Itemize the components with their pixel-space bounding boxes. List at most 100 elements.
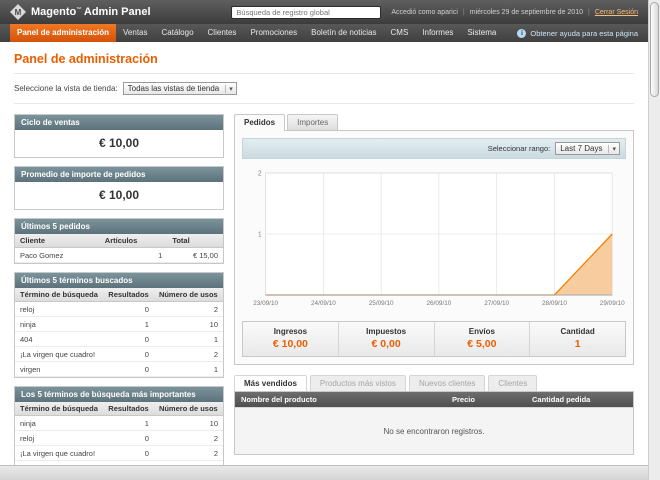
search-uses: 2	[153, 445, 223, 461]
tab-label: Nuevos clientes	[418, 379, 476, 388]
trademark: ™	[76, 6, 82, 13]
tab-label: Productos más vistos	[319, 379, 396, 388]
dashboard-left-column: Ciclo de ventas € 10,00 Promedio de impo…	[14, 114, 224, 480]
logout-link[interactable]: Cerrar Sesión	[595, 9, 638, 16]
order-row[interactable]: Paco Gomez 1 € 15,00	[15, 247, 223, 263]
search-term: ninja	[15, 316, 104, 332]
svg-text:27/09/10: 27/09/10	[484, 300, 509, 307]
search-term-row[interactable]: ¡La virgen que cuadro! 0 2	[15, 346, 223, 362]
column-header: Total	[167, 234, 223, 248]
logged-in-as: Accedió como aparici	[391, 8, 458, 16]
nav-item[interactable]: Panel de administración	[10, 24, 117, 42]
tab-label: Clientes	[498, 379, 528, 388]
column-header: Precio	[452, 395, 475, 404]
orders-chart: 1 2 23/09/10 24/09/10 25/09/10 26/09/10 27/09/…	[253, 170, 625, 307]
svg-text:24/09/10: 24/09/10	[311, 300, 336, 307]
products-tab[interactable]: Nuevos clientes	[408, 375, 486, 391]
dashboard-columns: Ciclo de ventas € 10,00 Promedio de impo…	[14, 114, 634, 480]
search-term: 404	[15, 331, 104, 347]
search-results: 0	[103, 346, 154, 362]
search-term-row[interactable]: virgen 0 1	[15, 361, 223, 377]
store-view-select[interactable]: Todas las vistas de tienda	[122, 82, 237, 95]
column-header: Número de usos	[153, 402, 223, 416]
products-grid-header: Nombre del producto Precio Cantidad pedi…	[235, 392, 633, 407]
average-order-value: € 10,00	[98, 188, 140, 202]
range-bar: Seleccionar rango: Last 7 Days	[242, 138, 626, 159]
total-item: Cantidad 1	[529, 322, 625, 356]
svg-text:2: 2	[258, 170, 262, 177]
search-term: reloj	[15, 430, 104, 446]
total-label: Cantidad	[560, 327, 595, 336]
search-term: ¡La virgen que cuadro!	[15, 445, 104, 461]
order-total: € 15,00	[167, 247, 223, 263]
search-term-row[interactable]: reloj 0 2	[15, 301, 223, 317]
store-view-selector-row: Seleccione la vista de tienda: Todas las…	[14, 74, 634, 104]
svg-text:29/09/10: 29/09/10	[600, 300, 625, 307]
last-search-terms-box: Últimos 5 términos buscados Término de b…	[14, 272, 224, 378]
magento-admin-app: M Magento™ Admin Panel Accedió como apar…	[0, 0, 648, 480]
search-uses: 10	[153, 316, 223, 332]
search-uses: 10	[153, 415, 223, 431]
total-label: Impuestos	[366, 327, 407, 336]
empty-message: No se encontraron registros.	[383, 426, 485, 436]
svg-text:1: 1	[258, 231, 262, 238]
nav-item[interactable]: Catálogo	[155, 24, 201, 42]
products-tab[interactable]: Clientes	[488, 375, 538, 391]
svg-text:26/09/10: 26/09/10	[426, 300, 451, 307]
totals-bar: Ingresos € 10,00 Impuestos € 0,00 Envíos	[242, 321, 626, 357]
products-tab[interactable]: Más vendidos	[234, 375, 307, 391]
total-item: Ingresos € 10,00	[243, 322, 338, 356]
range-select[interactable]: Last 7 Days	[555, 142, 620, 155]
nav-item[interactable]: Informes	[415, 24, 460, 42]
vertical-scrollbar[interactable]	[648, 0, 660, 480]
svg-text:23/09/10: 23/09/10	[253, 300, 278, 307]
nav-item[interactable]: Boletín de noticias	[304, 24, 383, 42]
search-term-row[interactable]: reloj 0 2	[15, 430, 223, 446]
page-help-link[interactable]: Obtener ayuda para esta página	[517, 24, 638, 42]
nav-item[interactable]: Promociones	[243, 24, 304, 42]
box-title: Últimos 5 términos buscados	[15, 273, 223, 288]
search-term-row[interactable]: 404 0 1	[15, 331, 223, 347]
last-orders-table: Cliente Artículos Total Paco Gomez 1 € 1…	[15, 234, 223, 263]
column-header: Cantidad pedida	[532, 395, 591, 404]
column-header: Término de búsqueda	[15, 402, 104, 416]
search-term-row[interactable]: ninja 1 10	[15, 316, 223, 332]
products-tab[interactable]: Productos más vistos	[309, 375, 406, 391]
column-header: Cliente	[15, 234, 100, 248]
search-results: 0	[103, 430, 154, 446]
column-header: Número de usos	[153, 288, 223, 302]
nav-item[interactable]: Clientes	[201, 24, 244, 42]
products-grid-empty: No se encontraron registros.	[235, 407, 633, 454]
header-bar: M Magento™ Admin Panel Accedió como apar…	[0, 0, 648, 24]
search-results: 1	[103, 415, 154, 431]
dashboard-tabs: Pedidos Importes	[234, 114, 634, 131]
header-user-info: Accedió como aparici miércoles 29 de sep…	[391, 9, 638, 16]
magento-logo-icon: M	[10, 4, 26, 20]
content-area: Panel de administración Seleccione la vi…	[0, 52, 648, 480]
nav-item-label: Boletín de noticias	[311, 28, 377, 37]
column-header: Resultados	[103, 288, 154, 302]
scrollbar-thumb[interactable]	[650, 2, 659, 97]
last-search-terms-table: Término de búsqueda Resultados Número de…	[15, 288, 223, 377]
search-term-row[interactable]: ninja 1 10	[15, 415, 223, 431]
dashboard-tab[interactable]: Pedidos	[234, 114, 286, 131]
products-tabs: Más vendidos Productos más vistos Nuevos…	[234, 375, 634, 391]
nav-item[interactable]: Ventas	[116, 24, 154, 42]
search-term: reloj	[15, 301, 104, 317]
nav-item[interactable]: CMS	[384, 24, 416, 42]
help-label: Obtener ayuda para esta página	[530, 28, 638, 38]
main-nav: Panel de administración Ventas Catálogo …	[0, 24, 648, 42]
global-search-input[interactable]	[231, 5, 382, 19]
nav-item-label: CMS	[390, 28, 409, 37]
nav-item-label: Panel de administración	[17, 28, 110, 37]
tab-label: Más vendidos	[244, 379, 297, 388]
search-term: ¡La virgen que cuadro!	[15, 346, 104, 362]
separator	[463, 9, 465, 16]
svg-text:M: M	[15, 8, 22, 17]
nav-item-label: Sistema	[467, 28, 497, 37]
search-term-row[interactable]: ¡La virgen que cuadro! 0 2	[15, 445, 223, 461]
dashboard-tab[interactable]: Importes	[287, 114, 339, 130]
nav-item[interactable]: Sistema	[460, 24, 503, 42]
total-value: € 0,00	[371, 338, 401, 350]
search-results: 1	[103, 316, 154, 332]
